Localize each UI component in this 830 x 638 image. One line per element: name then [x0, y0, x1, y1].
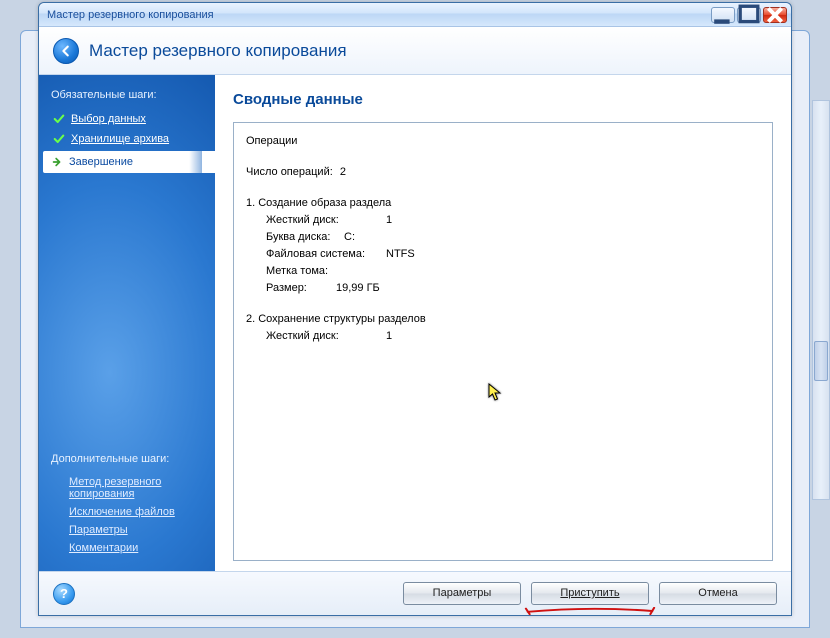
sidebar-step-data[interactable]: Выбор данных — [51, 109, 203, 129]
sidebar-optional: Дополнительные шаги: Метод резервного ко… — [51, 453, 203, 557]
maximize-button[interactable] — [737, 7, 761, 23]
summary-title: Сводные данные — [233, 91, 773, 108]
proceed-button[interactable]: Приступить — [531, 582, 649, 605]
op1-hdd: Жесткий диск: 1 — [266, 212, 760, 229]
op1-fs: Файловая система: NTFS — [266, 246, 760, 263]
page-title: Мастер резервного копирования — [89, 41, 347, 61]
sidebar-mandatory-title: Обязательные шаги: — [51, 89, 203, 101]
sidebar-item-label: Параметры — [69, 524, 128, 536]
sidebar-opt-exclude[interactable]: Исключение файлов — [51, 503, 203, 521]
window-controls — [711, 7, 787, 23]
sidebar-opt-method[interactable]: Метод резервного копирования — [51, 473, 203, 503]
close-button[interactable] — [763, 7, 787, 23]
body: Обязательные шаги: Выбор данных Хранилищ… — [39, 75, 791, 571]
op1-size: Размер: 19,99 ГБ — [266, 280, 760, 297]
sidebar-opt-comments[interactable]: Комментарии — [51, 539, 203, 557]
op2-title: 2. Сохранение структуры разделов — [246, 311, 760, 328]
summary-operations-label: Операции — [246, 133, 760, 150]
sidebar-step-finish[interactable]: Завершение — [43, 151, 215, 173]
back-button[interactable] — [53, 38, 79, 64]
sidebar-item-label: Комментарии — [69, 542, 138, 554]
highlight-mark-icon — [524, 602, 656, 610]
cancel-button[interactable]: Отмена — [659, 582, 777, 605]
sidebar-item-label: Выбор данных — [71, 113, 146, 125]
main-panel: Сводные данные Операции Число операций: … — [215, 75, 791, 571]
sidebar-optional-title: Дополнительные шаги: — [51, 453, 203, 465]
check-icon — [53, 133, 65, 145]
op1-title: 1. Создание образа раздела — [246, 195, 760, 212]
arrow-right-icon — [51, 156, 63, 168]
options-button[interactable]: Параметры — [403, 582, 521, 605]
help-icon[interactable]: ? — [53, 583, 75, 605]
summary-count-row: Число операций: 2 — [246, 164, 760, 181]
sidebar-item-label: Исключение файлов — [69, 506, 175, 518]
titlebar: Мастер резервного копирования — [39, 3, 791, 27]
op1-drive: Буква диска: C: — [266, 229, 760, 246]
op1-vol: Метка тома: — [266, 263, 760, 280]
wizard-window: Мастер резервного копирования Мастер рез… — [38, 2, 792, 616]
scrollbar-thumb — [814, 341, 828, 381]
footer: ? Параметры Приступить Отмена — [39, 571, 791, 615]
sidebar-item-label: Хранилище архива — [71, 133, 169, 145]
sidebar-step-storage[interactable]: Хранилище архива — [51, 129, 203, 149]
window-title: Мастер резервного копирования — [47, 9, 711, 21]
check-icon — [53, 113, 65, 125]
sidebar: Обязательные шаги: Выбор данных Хранилищ… — [39, 75, 215, 571]
sidebar-item-label: Метод резервного копирования — [69, 476, 201, 500]
header: Мастер резервного копирования — [39, 27, 791, 75]
background-scrollbar — [812, 100, 830, 500]
minimize-button[interactable] — [711, 7, 735, 23]
op2-hdd: Жесткий диск: 1 — [266, 328, 760, 345]
sidebar-item-label: Завершение — [69, 156, 133, 168]
sidebar-opt-params[interactable]: Параметры — [51, 521, 203, 539]
summary-box: Операции Число операций: 2 1. Создание о… — [233, 122, 773, 561]
proceed-label: Приступить — [560, 587, 619, 599]
